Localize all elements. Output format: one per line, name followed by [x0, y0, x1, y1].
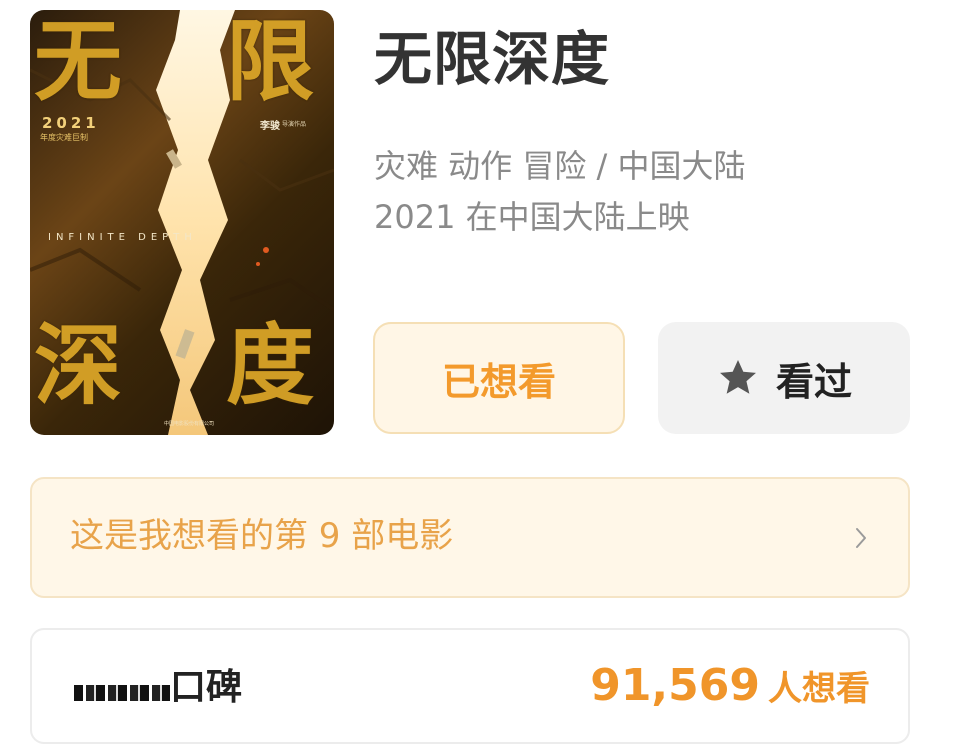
want-to-watch-button[interactable]: 已想看: [373, 322, 625, 434]
poster-title-char: 度: [226, 314, 315, 417]
wishlist-count-text: 这是我想看的第 9 部电影: [70, 516, 454, 556]
poster-year: 2021: [42, 114, 100, 132]
reputation-label: 口碑: [170, 667, 243, 708]
poster-tagline: 年度灾难巨制: [40, 133, 88, 142]
poster-director: 李骏: [260, 121, 280, 132]
movie-genres-region: 灾难 动作 冒险 / 中国大陆: [374, 147, 746, 185]
obscured-text: [74, 685, 170, 701]
reputation-panel[interactable]: 口碑 91,569 人想看: [30, 628, 910, 744]
reputation-label-group: 口碑: [74, 668, 242, 708]
poster-title-char: 限: [226, 10, 315, 113]
star-icon: [720, 360, 756, 394]
watched-label: 看过: [775, 359, 852, 404]
poster-title-char: 深: [34, 314, 123, 417]
movie-release: 2021 在中国大陆上映: [374, 198, 690, 236]
poster-studio: 中国电影股份有限公司: [164, 421, 215, 427]
wishlist-count-banner[interactable]: 这是我想看的第 9 部电影: [30, 477, 910, 598]
movie-poster[interactable]: 无 限 深 度 2021 年度灾难巨制 李骏 导演作品 INFINITE DEP…: [30, 10, 334, 435]
poster-director-credit: 导演作品: [282, 121, 307, 128]
poster-english-title: INFINITE DEPTH: [48, 232, 197, 243]
want-count-unit: 人想看: [768, 669, 870, 709]
chevron-right-icon: [856, 528, 866, 548]
poster-title-char: 无: [34, 10, 123, 113]
watched-button[interactable]: 看过: [658, 322, 910, 434]
want-count-group: 91,569 人想看: [590, 664, 870, 708]
want-count-value: 91,569: [590, 660, 760, 711]
movie-title: 无限深度: [374, 25, 611, 93]
want-to-watch-label: 已想看: [441, 359, 556, 404]
